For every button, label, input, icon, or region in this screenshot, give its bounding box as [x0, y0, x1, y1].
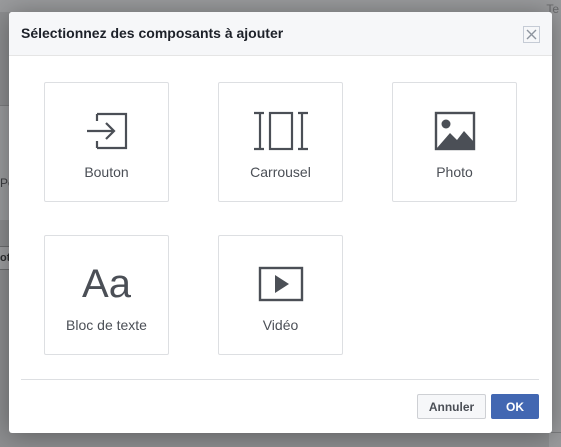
video-play-icon — [258, 266, 303, 302]
close-icon[interactable] — [526, 29, 537, 40]
carousel-icon — [253, 111, 308, 151]
footer-divider — [21, 379, 539, 380]
background-top-bar — [0, 0, 561, 12]
text-block-icon: Aa — [82, 262, 131, 306]
photo-icon — [434, 111, 475, 151]
cancel-button[interactable]: Annuler — [417, 394, 486, 419]
component-label: Bouton — [84, 164, 129, 180]
component-label: Photo — [436, 164, 473, 180]
component-tile-video[interactable]: Vidéo — [218, 235, 343, 355]
component-label: Bloc de texte — [66, 317, 147, 333]
arrow-into-box-icon — [86, 112, 127, 150]
component-tile-button[interactable]: Bouton — [44, 82, 169, 202]
close-button[interactable] — [523, 26, 540, 43]
component-tile-photo[interactable]: Photo — [392, 82, 517, 202]
component-tile-text-block[interactable]: Aa Bloc de texte — [44, 235, 169, 355]
dialog-header: Sélectionnez des composants à ajouter — [9, 12, 552, 56]
component-tile-carousel[interactable]: Carrousel — [218, 82, 343, 202]
component-label: Carrousel — [250, 164, 311, 180]
add-components-dialog: Sélectionnez des composants à ajouter Bo… — [9, 12, 552, 433]
ok-button[interactable]: OK — [491, 394, 539, 419]
component-label: Vidéo — [262, 317, 299, 333]
dialog-title: Sélectionnez des composants à ajouter — [21, 25, 284, 41]
